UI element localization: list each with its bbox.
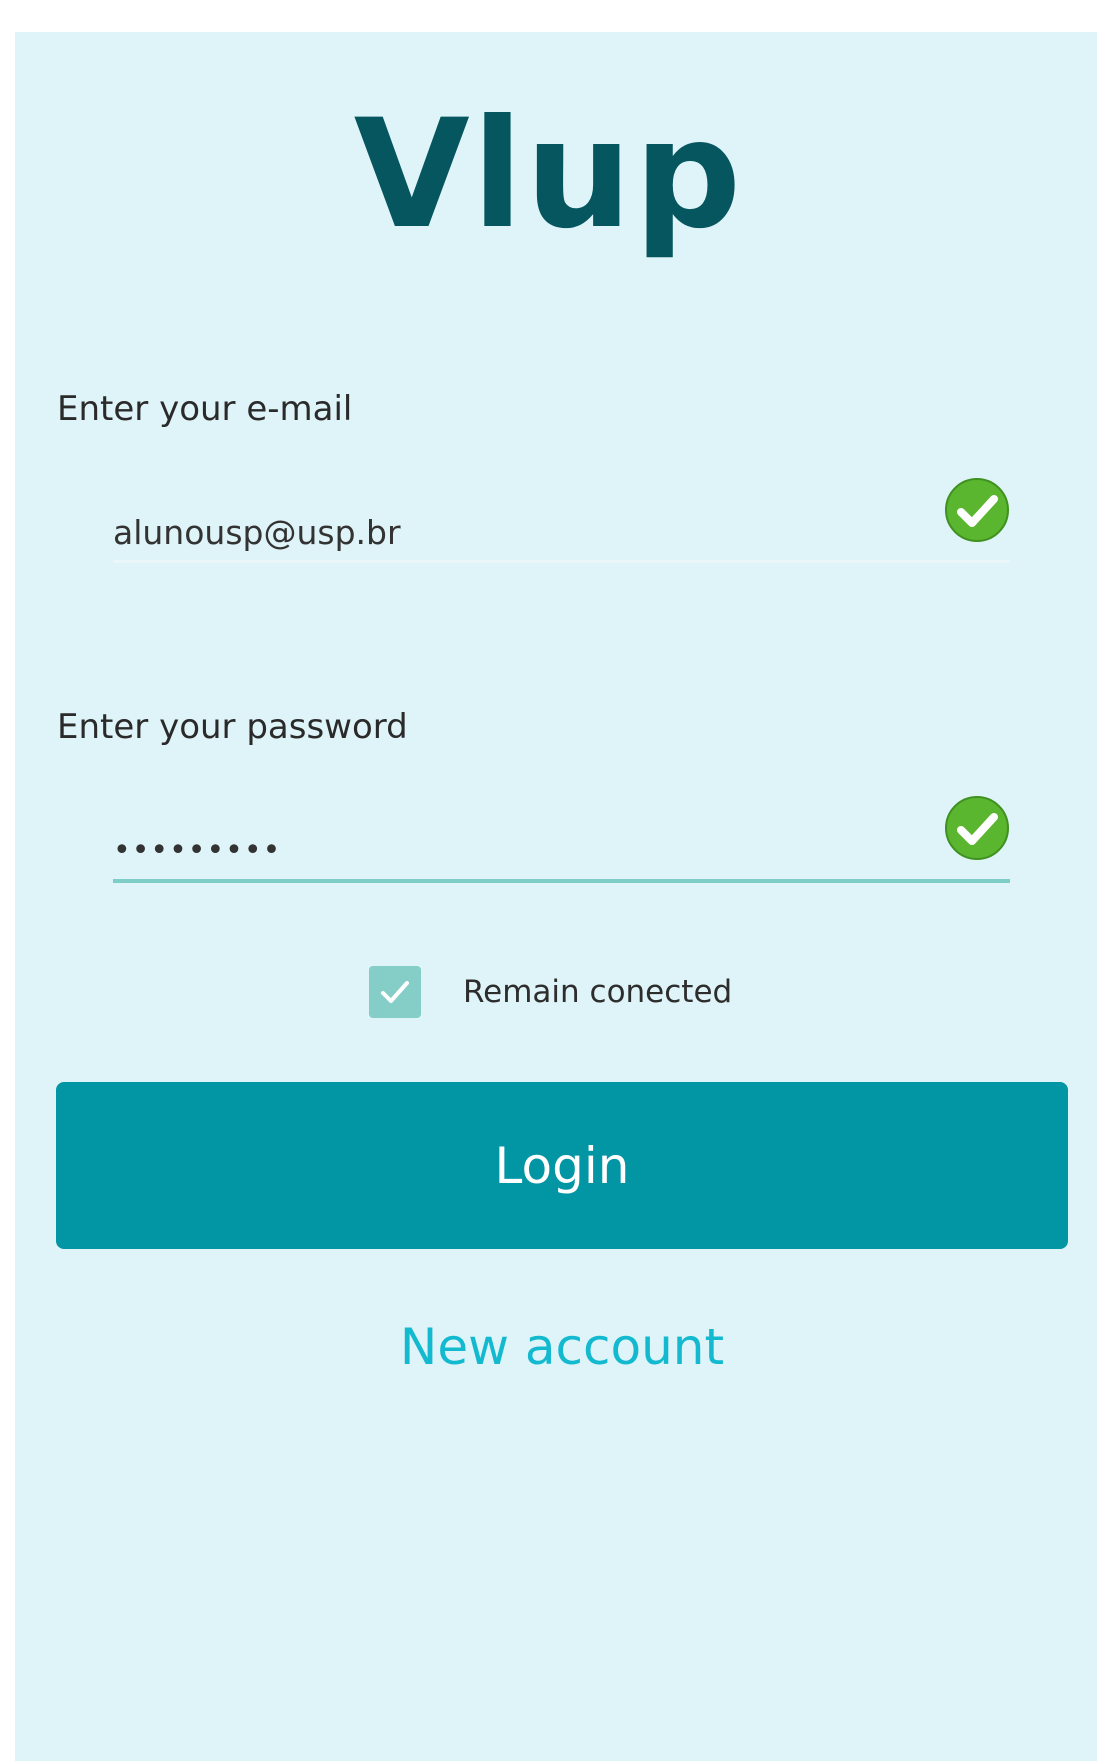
password-field-underline — [113, 879, 1010, 883]
password-label: Enter your password — [57, 707, 408, 747]
check-circle-icon — [945, 478, 1009, 542]
app-logo: Vlup — [353, 88, 744, 262]
new-account-link[interactable]: New account — [0, 1318, 1097, 1376]
login-button[interactable]: Login — [56, 1082, 1068, 1249]
check-circle-icon — [945, 796, 1009, 860]
login-screen — [15, 32, 1097, 1761]
remain-connected-row[interactable]: Remain conected — [369, 966, 732, 1018]
password-field[interactable]: ••••••••• — [113, 833, 281, 868]
email-field-underline — [113, 560, 1010, 563]
remain-connected-label: Remain conected — [463, 974, 733, 1010]
checkmark-icon — [381, 981, 409, 1003]
remain-connected-checkbox[interactable] — [369, 966, 421, 1018]
email-field[interactable]: alunousp@usp.br — [113, 513, 401, 552]
email-label: Enter your e-mail — [57, 389, 353, 429]
